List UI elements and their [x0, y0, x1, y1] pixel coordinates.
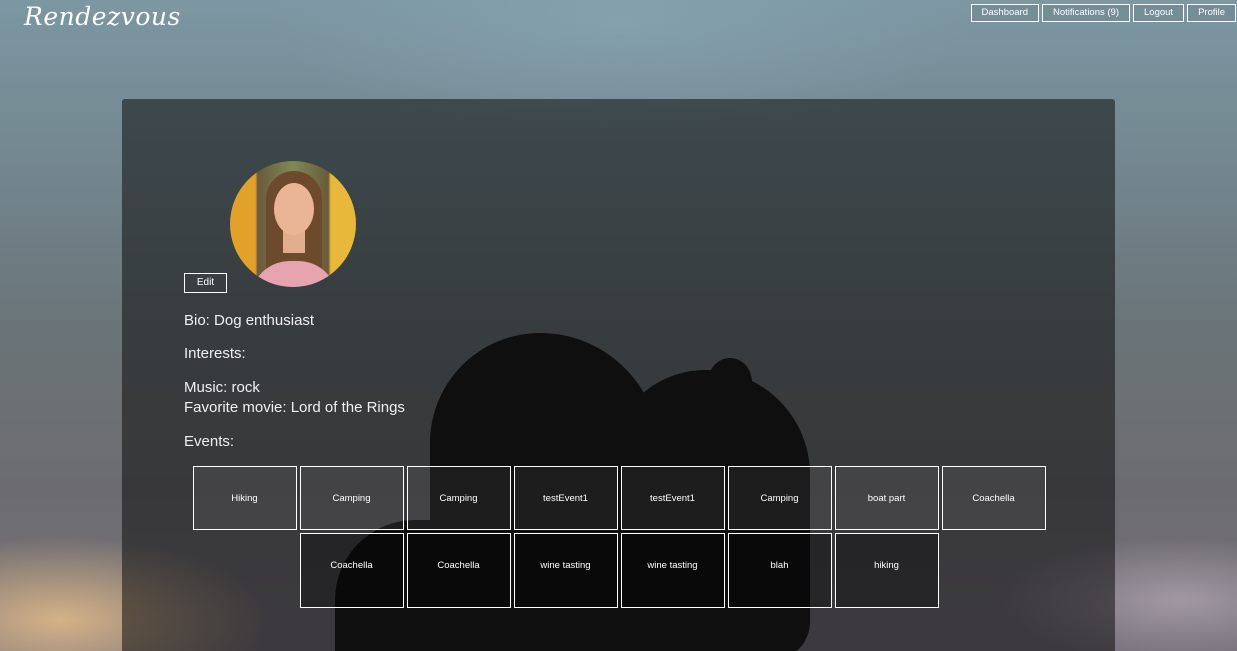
event-card[interactable]: hiking: [834, 533, 939, 608]
interests-label: Interests:: [184, 345, 246, 362]
event-card[interactable]: testEvent1: [620, 466, 725, 530]
event-card[interactable]: Camping: [727, 466, 832, 530]
event-card[interactable]: testEvent1: [513, 466, 618, 530]
notifications-button[interactable]: Notifications (9): [1042, 4, 1130, 22]
profile-button[interactable]: Profile: [1187, 4, 1236, 22]
event-card[interactable]: Hiking: [192, 466, 297, 530]
dashboard-button[interactable]: Dashboard: [970, 4, 1039, 22]
event-card[interactable]: Coachella: [406, 533, 511, 608]
event-card[interactable]: boat part: [834, 466, 939, 530]
brand-logo[interactable]: Rendezvous: [24, 2, 181, 31]
event-card[interactable]: Camping: [299, 466, 404, 530]
music-text: Music: rock: [184, 379, 260, 396]
event-card[interactable]: Coachella: [299, 533, 404, 608]
event-card[interactable]: Camping: [406, 466, 511, 530]
edit-profile-button[interactable]: Edit: [184, 273, 227, 293]
event-card[interactable]: wine tasting: [620, 533, 725, 608]
event-card[interactable]: blah: [727, 533, 832, 608]
avatar: [230, 161, 356, 287]
logout-button[interactable]: Logout: [1133, 4, 1185, 22]
event-card[interactable]: Coachella: [941, 466, 1046, 530]
event-card[interactable]: wine tasting: [513, 533, 618, 608]
events-grid: Hiking Camping Camping testEvent1 testEv…: [187, 466, 1051, 608]
favorite-movie-text: Favorite movie: Lord of the Rings: [184, 399, 405, 416]
top-nav: Dashboard Notifications (9) Logout Profi…: [970, 4, 1236, 22]
events-label: Events:: [184, 433, 235, 450]
bio-text: Bio: Dog enthusiast: [184, 312, 315, 329]
